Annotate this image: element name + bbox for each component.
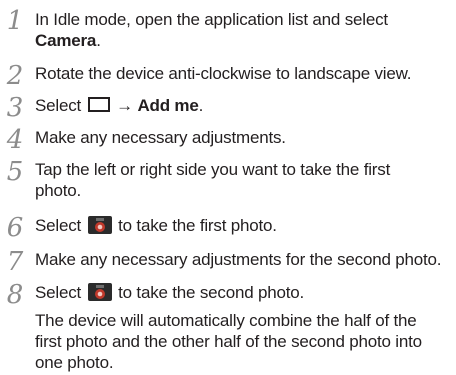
step-text-part: . <box>96 31 101 50</box>
step-number: 2 <box>6 61 24 91</box>
step-text-part: Tap the left or right side you want to t… <box>35 160 391 179</box>
step-text-part: to take the second photo. <box>118 283 305 302</box>
step-text-part: . <box>198 96 204 115</box>
note-line: The device will automatically combine th… <box>35 311 417 330</box>
step-text: Select to take the first photo. <box>35 215 450 239</box>
step-text: Tap the left or right side you want to t… <box>35 159 450 201</box>
step-text-bold: Camera <box>35 31 97 50</box>
step-text-part: Select <box>35 283 82 302</box>
step-number: 1 <box>6 6 24 36</box>
step-text: Make any necessary adjustments for the s… <box>35 250 442 269</box>
step-text-part: Select <box>35 96 82 115</box>
camera-shutter-icon <box>87 283 112 306</box>
step-text-part: photo. <box>35 181 82 200</box>
note-line: first photo and the other half of the se… <box>35 332 422 351</box>
step-text: Select → Add me. <box>35 95 450 116</box>
step-number: 3 <box>6 93 24 123</box>
step-number: 5 <box>6 157 24 187</box>
step-number: 4 <box>6 125 24 155</box>
arrow-icon: → <box>116 96 133 115</box>
step-text-bold: Add me <box>137 96 199 115</box>
step-text: Make any necessary adjustments. <box>35 128 286 147</box>
rectangle-mode-icon <box>87 97 110 112</box>
step-number: 7 <box>6 247 24 277</box>
note-line: one photo. <box>35 353 114 372</box>
step-8-note: The device will automatically combine th… <box>35 310 450 373</box>
step-number: 6 <box>6 213 24 243</box>
camera-shutter-icon <box>87 216 112 239</box>
step-text: Select to take the second photo. <box>35 282 450 306</box>
step-number: 8 <box>6 280 24 310</box>
step-text-part: In Idle mode, open the application list … <box>35 10 388 29</box>
step-text-part: to take the first photo. <box>118 216 277 235</box>
step-text: In Idle mode, open the application list … <box>35 9 450 51</box>
step-text-part: Select <box>35 216 82 235</box>
step-text: Rotate the device anti-clockwise to land… <box>35 64 412 83</box>
